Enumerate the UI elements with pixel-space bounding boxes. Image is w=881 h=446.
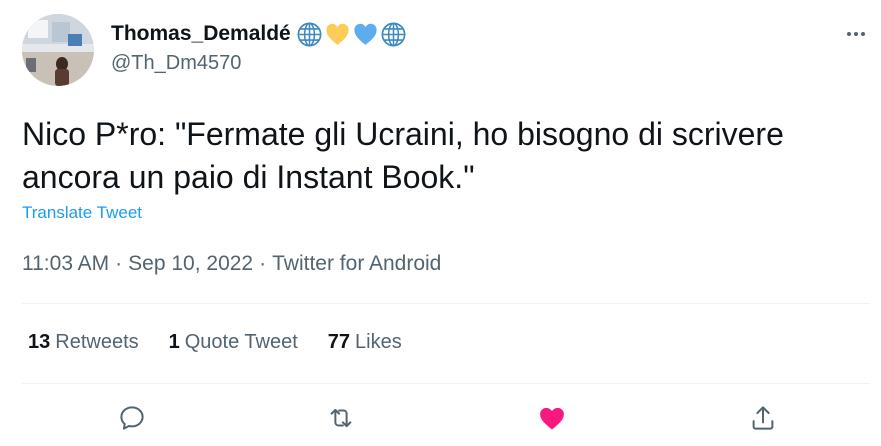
- divider: [22, 303, 870, 304]
- more-dot-icon: [854, 32, 858, 36]
- like-button[interactable]: [529, 395, 575, 441]
- retweets-label: Retweets: [55, 331, 139, 353]
- reply-icon: [120, 406, 144, 430]
- likes-count: 77: [327, 331, 351, 353]
- separator: ·: [115, 252, 123, 275]
- quote-tweets-count: 1: [168, 331, 180, 353]
- tweet-actions: [0, 395, 881, 441]
- more-dot-icon: [861, 32, 865, 36]
- avatar-photo: [22, 14, 94, 86]
- display-name[interactable]: Thomas_Demaldé: [111, 22, 291, 46]
- share-button[interactable]: [740, 395, 786, 441]
- divider: [22, 383, 870, 384]
- separator: ·: [259, 252, 267, 275]
- blue-heart-icon: [354, 23, 377, 45]
- share-icon: [752, 406, 774, 430]
- globe-icon: [297, 22, 322, 46]
- likes-label: Likes: [355, 331, 402, 353]
- name-emojis: [297, 22, 406, 47]
- retweet-icon: [330, 408, 352, 428]
- heart-filled-icon: [540, 407, 564, 430]
- tweet-text: Nico P*ro: "Fermate gli Ucraini, ho biso…: [22, 116, 784, 195]
- retweets-count: 13: [28, 331, 51, 353]
- display-name-row: Thomas_Demaldé: [111, 19, 406, 49]
- tweet-source[interactable]: Twitter for Android: [272, 252, 441, 275]
- more-dot-icon: [847, 32, 851, 36]
- likes-stat[interactable]: 77 Likes: [328, 331, 402, 354]
- translate-tweet-link[interactable]: Translate Tweet: [22, 203, 142, 223]
- tweet-date[interactable]: Sep 10, 2022: [128, 252, 253, 275]
- engagement-stats: 13 Retweets 1 Quote Tweet 77 Likes: [28, 331, 432, 354]
- retweets-stat[interactable]: 13 Retweets: [28, 331, 139, 354]
- tweet-detail: Thomas_Demaldé @Th_Dm4570 Nico P*ro: "Fe…: [0, 0, 881, 446]
- globe-icon: [381, 22, 406, 46]
- retweet-button[interactable]: [318, 395, 364, 441]
- more-options-button[interactable]: [838, 24, 874, 44]
- reply-button[interactable]: [109, 395, 155, 441]
- tweet-time[interactable]: 11:03 AM: [22, 252, 109, 275]
- tweet-metadata: 11:03 AM · Sep 10, 2022 · Twitter for Androi…: [22, 252, 441, 276]
- user-handle[interactable]: @Th_Dm4570: [111, 52, 241, 75]
- yellow-heart-icon: [326, 23, 349, 45]
- avatar[interactable]: [22, 14, 94, 86]
- quote-tweets-stat[interactable]: 1 Quote Tweet: [169, 331, 298, 354]
- quote-tweets-label: Quote Tweet: [184, 331, 298, 353]
